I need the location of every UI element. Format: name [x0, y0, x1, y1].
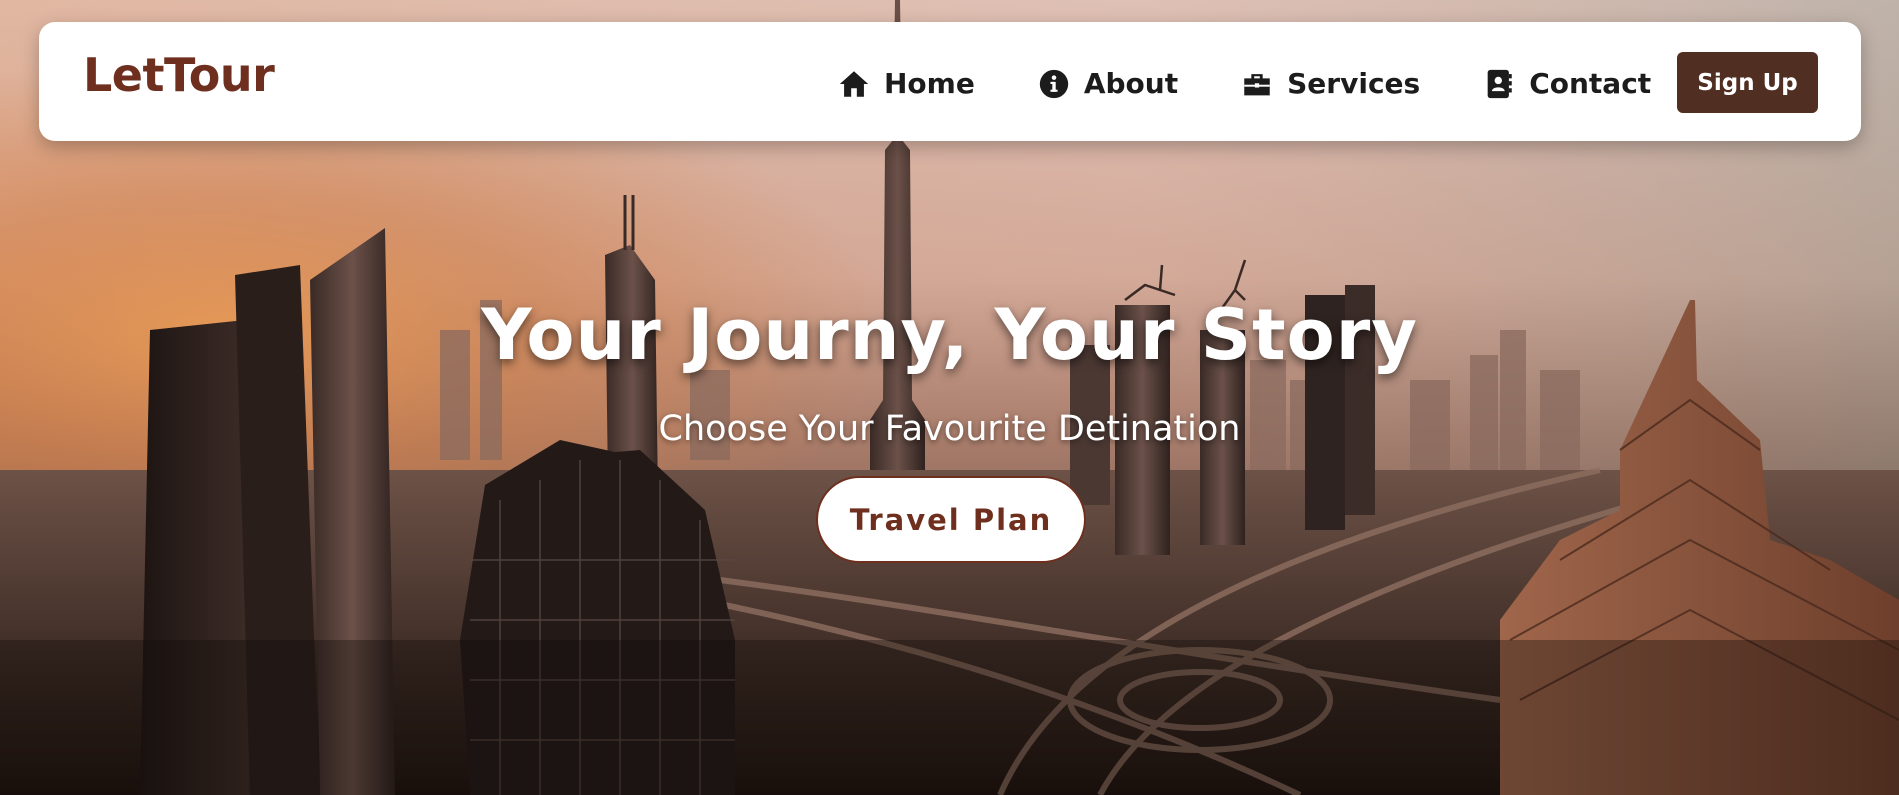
- travel-plan-button[interactable]: Travel Plan: [816, 476, 1086, 563]
- hero-title: Your Journy, Your Story: [481, 294, 1418, 376]
- sign-up-button[interactable]: Sign Up: [1677, 52, 1818, 113]
- nav-item-home[interactable]: Home: [837, 67, 975, 101]
- nav-item-label: About: [1083, 67, 1179, 100]
- brand-logo[interactable]: LetTour: [83, 52, 275, 98]
- info-icon: [1037, 67, 1071, 101]
- nav-item-contact[interactable]: Contact: [1482, 67, 1651, 101]
- contact-book-icon: [1482, 67, 1516, 101]
- home-icon: [837, 67, 871, 101]
- briefcase-icon: [1240, 67, 1274, 101]
- navbar: LetTour Home About Services Contact Sign…: [39, 22, 1861, 141]
- nav-item-services[interactable]: Services: [1240, 67, 1420, 101]
- nav-item-label: Home: [884, 67, 975, 100]
- nav-links: Home About Services Contact: [837, 62, 1713, 106]
- nav-item-label: Contact: [1529, 67, 1652, 100]
- nav-item-about[interactable]: About: [1037, 67, 1178, 101]
- nav-item-label: Services: [1287, 67, 1421, 100]
- hero-subtitle: Choose Your Favourite Detination: [658, 409, 1241, 449]
